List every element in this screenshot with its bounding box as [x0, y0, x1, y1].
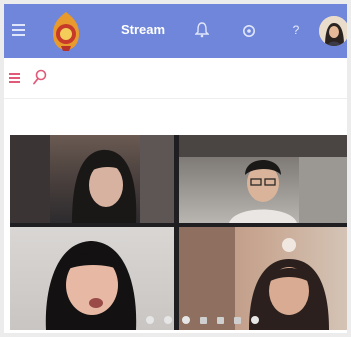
search-icon[interactable] [32, 68, 48, 86]
settings-icon[interactable] [234, 316, 241, 324]
camera-icon[interactable] [164, 316, 172, 324]
screen-share-icon[interactable] [200, 316, 207, 324]
participant-video[interactable] [179, 135, 347, 223]
participant-video[interactable] [10, 135, 174, 223]
video-call-grid[interactable] [10, 135, 347, 330]
help-icon[interactable]: ? [290, 22, 302, 38]
mic-icon[interactable] [146, 316, 154, 324]
school-logo[interactable] [48, 10, 84, 52]
page-title: Stream [120, 22, 166, 37]
layout-icon[interactable] [217, 316, 224, 324]
menu-icon[interactable] [10, 20, 26, 40]
more-icon[interactable] [251, 316, 259, 324]
avatar[interactable] [319, 16, 347, 46]
gear-icon[interactable] [239, 21, 259, 41]
bell-icon[interactable] [193, 21, 211, 39]
app-window: Stream ? [4, 4, 347, 333]
sub-toolbar [4, 58, 347, 98]
menu-icon[interactable] [9, 73, 21, 83]
participants-icon[interactable] [182, 316, 190, 324]
call-controls [140, 313, 347, 327]
divider [4, 98, 347, 99]
top-bar: Stream ? [4, 4, 347, 58]
